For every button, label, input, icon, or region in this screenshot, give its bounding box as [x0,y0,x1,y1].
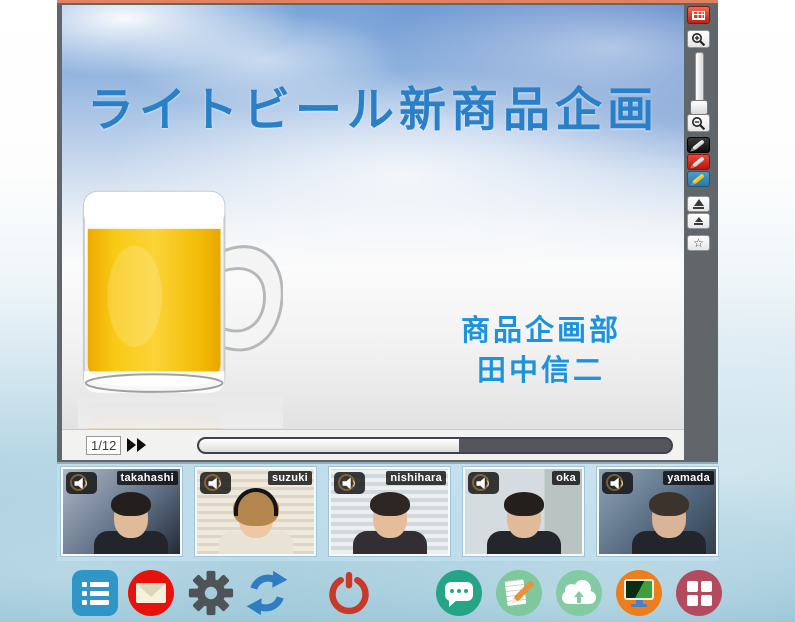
beer-mug-illustration [78,183,283,429]
slide-control-bar: 1/12 [62,429,684,460]
participant-video-oka[interactable]: oka [463,467,584,556]
sync-icon [244,568,290,618]
participants-row: takahashi suzuki nishihara oka [61,467,718,556]
slide-title: ライトビール新商品企画 [62,71,684,140]
zoom-in-icon [691,32,706,47]
grid-icon [692,11,705,20]
next-slide-button[interactable] [127,438,147,452]
zoom-out-button[interactable] [687,114,710,132]
mail-icon [136,583,166,603]
eraser-small-button[interactable] [687,213,710,229]
zoom-in-button[interactable] [687,30,710,48]
zoom-out-icon [691,116,706,131]
progress-fill [199,439,458,452]
mail-button[interactable] [128,570,174,616]
slide-canvas[interactable]: ライトビール新商品企画 [62,5,684,429]
chat-button[interactable] [436,570,482,616]
speaker-icon[interactable] [200,472,231,494]
favorite-star-button[interactable]: ☆ [687,235,710,251]
participant-portrait [487,497,561,556]
slide-progress-bar[interactable] [197,437,673,454]
zoom-slider[interactable] [687,52,710,114]
pen-icon [692,173,705,184]
cloud-upload-button[interactable] [556,570,602,616]
speaker-icon[interactable] [334,472,365,494]
power-icon [327,570,371,616]
pen-icon [692,139,705,150]
notes-button[interactable] [496,570,542,616]
speaker-icon[interactable] [468,472,499,494]
annotation-toolbar: ☆ [684,3,713,464]
eraser-icon [693,199,704,209]
page-indicator: 1/12 [86,436,121,455]
star-icon: ☆ [693,237,704,249]
slide-department: 商品企画部 [422,311,660,351]
speaker-icon[interactable] [602,472,633,494]
presentation-panel: ライトビール新商品企画 [57,0,718,464]
chat-icon [445,582,473,601]
participant-name: nishihara [386,471,446,485]
note-pencil-icon [504,579,534,607]
agenda-list-button[interactable] [72,570,118,616]
pen-black-button[interactable] [687,137,710,153]
participant-video-nishihara[interactable]: nishihara [329,467,450,556]
pen-highlight-button[interactable] [687,171,710,187]
participant-name: takahashi [117,471,178,485]
participant-video-suzuki[interactable]: suzuki [195,467,316,556]
participant-video-takahashi[interactable]: takahashi [61,467,182,556]
participant-name: oka [552,471,580,485]
gear-icon [188,568,234,618]
main-toolbar [72,570,722,616]
screen-share-button[interactable] [616,570,662,616]
zoom-slider-thumb[interactable] [690,100,708,115]
apps-button[interactable] [676,570,722,616]
fast-forward-icon [137,438,146,452]
presenter-block: 商品企画部 田中信二 [422,311,660,391]
participant-name: suzuki [268,471,312,485]
screen-share-icon [624,579,654,607]
list-icon [82,582,109,605]
pen-red-button[interactable] [687,154,710,170]
speaker-icon[interactable] [66,472,97,494]
grid-view-button[interactable] [687,6,710,24]
fast-forward-icon [127,438,136,452]
power-button[interactable] [326,570,372,616]
settings-button[interactable] [188,570,234,616]
slide-column: ライトビール新商品企画 [57,3,684,464]
apps-grid-icon [687,581,712,606]
eraser-icon [694,217,703,225]
pen-icon [692,156,705,167]
participant-portrait [353,497,427,556]
participant-portrait [94,497,168,556]
slide-presenter: 田中信二 [422,351,660,391]
participant-name: yamada [663,471,714,485]
participant-portrait [632,497,706,556]
sync-button[interactable] [244,570,290,616]
participant-video-yamada[interactable]: yamada [597,467,718,556]
eraser-large-button[interactable] [687,196,710,212]
cloud-upload-icon [561,580,597,606]
participant-portrait [219,497,293,556]
